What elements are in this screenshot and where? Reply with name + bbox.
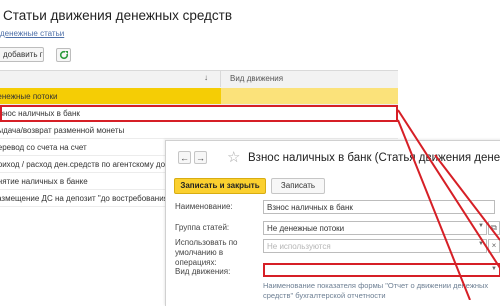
favorite-star-icon[interactable]: ☆ <box>227 150 240 165</box>
default-usage-value: Не используются <box>267 242 331 251</box>
row-label: Снятие наличных в банке <box>0 177 88 186</box>
group-value: Не денежные потоки <box>267 224 345 233</box>
save-button[interactable]: Записать <box>271 178 325 194</box>
table-row[interactable]: Выдача/возврат разменной монеты <box>0 122 398 139</box>
row-label: Размещение ДС на депозит "до востребован… <box>0 194 171 203</box>
column-header-kind[interactable]: Вид движения <box>230 74 283 83</box>
default-usage-field[interactable]: Не используются ▼ <box>263 239 487 253</box>
column-header-name[interactable] <box>0 71 221 87</box>
row-label: Перевод со счета на счет <box>0 143 87 152</box>
row-label: Денежные потоки <box>0 92 58 101</box>
row-label: Взнос наличных в банк <box>0 109 80 118</box>
open-group-button[interactable]: ⧉ <box>488 221 500 235</box>
table-row[interactable]: Денежные потоки <box>0 88 398 105</box>
group-field[interactable]: Не денежные потоки ▼ <box>263 221 487 235</box>
movement-kind-field[interactable]: ▼ <box>263 263 500 277</box>
refresh-button[interactable] <box>56 48 71 62</box>
page-title: Статьи движения денежных средств <box>3 8 233 23</box>
row-label: Приход / расход ден.средств по агентском… <box>0 160 181 169</box>
close-icon: × <box>491 241 497 250</box>
item-dialog: ← → ☆ Взнос наличных в банк (Статья движ… <box>165 140 500 306</box>
save-and-close-button[interactable]: Записать и закрыть <box>174 178 266 194</box>
sort-down-icon[interactable]: ↓ <box>204 73 208 82</box>
movement-kind-hint: Наименование показателя формы "Отчет о д… <box>263 281 489 300</box>
arrow-right-icon: → <box>196 153 205 163</box>
breadcrumb-link[interactable]: денежные статьи <box>0 29 64 38</box>
name-field[interactable]: Взнос наличных в банк <box>263 200 495 214</box>
name-label: Наименование: <box>175 202 233 211</box>
open-icon: ⧉ <box>491 223 497 232</box>
table-row-selected[interactable]: Взнос наличных в банк <box>0 105 398 122</box>
arrow-left-icon: ← <box>180 153 189 163</box>
movement-kind-label: Вид движения: <box>175 267 231 276</box>
row-kind-cell <box>221 88 398 104</box>
dropdown-arrow-icon[interactable]: ▼ <box>478 241 484 247</box>
refresh-icon <box>59 50 69 60</box>
dialog-title: Взнос наличных в банк (Статья движения д… <box>248 152 500 164</box>
dropdown-arrow-icon[interactable]: ▼ <box>478 223 484 229</box>
default-usage-label: Использовать по умолчанию в операциях: <box>175 238 238 267</box>
clear-default-usage-button[interactable]: × <box>488 239 500 253</box>
row-label: Выдача/возврат разменной монеты <box>0 126 125 135</box>
add-group-button[interactable]: добавить группу <box>0 47 44 62</box>
forward-button[interactable]: → <box>194 151 207 164</box>
dropdown-arrow-icon[interactable]: ▼ <box>491 266 497 272</box>
back-button[interactable]: ← <box>178 151 191 164</box>
group-label: Группа статей: <box>175 223 230 232</box>
